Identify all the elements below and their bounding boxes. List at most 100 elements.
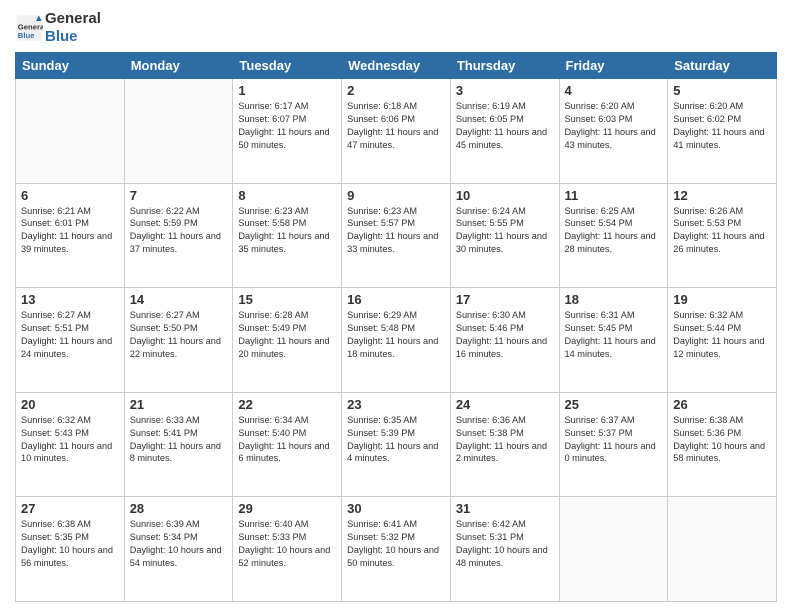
calendar-cell — [668, 497, 777, 602]
svg-text:General: General — [18, 22, 43, 31]
day-info: Sunrise: 6:38 AM Sunset: 5:35 PM Dayligh… — [21, 518, 119, 570]
calendar-cell: 6Sunrise: 6:21 AM Sunset: 6:01 PM Daylig… — [16, 183, 125, 288]
day-number: 3 — [456, 83, 554, 98]
day-info: Sunrise: 6:18 AM Sunset: 6:06 PM Dayligh… — [347, 100, 445, 152]
day-number: 28 — [130, 501, 228, 516]
day-number: 11 — [565, 188, 663, 203]
day-number: 12 — [673, 188, 771, 203]
calendar: SundayMondayTuesdayWednesdayThursdayFrid… — [15, 52, 777, 602]
header: General Blue General Blue — [15, 10, 777, 46]
day-info: Sunrise: 6:29 AM Sunset: 5:48 PM Dayligh… — [347, 309, 445, 361]
day-number: 2 — [347, 83, 445, 98]
day-info: Sunrise: 6:33 AM Sunset: 5:41 PM Dayligh… — [130, 414, 228, 466]
dow-header-saturday: Saturday — [668, 53, 777, 79]
calendar-cell: 17 Sunrise: 6:30 AM Sunset: 5:46 PM Dayli… — [450, 288, 559, 393]
day-number: 30 — [347, 501, 445, 516]
day-number: 15 — [238, 292, 336, 307]
calendar-cell: 7 Sunrise: 6:22 AM Sunset: 5:59 PM Daylig… — [124, 183, 233, 288]
logo: General Blue General Blue — [15, 10, 101, 46]
calendar-cell: 24Sunrise: 6:36 AM Sunset: 5:38 PM Dayli… — [450, 392, 559, 497]
day-info: Sunrise: 6:35 AM Sunset: 5:39 PM Dayligh… — [347, 414, 445, 466]
calendar-cell: 12 Sunrise: 6:26 AM Sunset: 5:53 PM Dayli… — [668, 183, 777, 288]
calendar-cell: 1Sunrise: 6:17 AM Sunset: 6:07 PM Daylig… — [233, 79, 342, 184]
day-number: 10 — [456, 188, 554, 203]
calendar-cell: 20 Sunrise: 6:32 AM Sunset: 5:43 PM Dayli… — [16, 392, 125, 497]
calendar-cell: 9 Sunrise: 6:23 AM Sunset: 5:57 PM Daylig… — [342, 183, 451, 288]
day-info: Sunrise: 6:23 AM Sunset: 5:58 PM Dayligh… — [238, 205, 336, 257]
day-info: Sunrise: 6:23 AM Sunset: 5:57 PM Dayligh… — [347, 205, 445, 257]
calendar-cell: 4 Sunrise: 6:20 AM Sunset: 6:03 PM Daylig… — [559, 79, 668, 184]
day-number: 27 — [21, 501, 119, 516]
day-number: 14 — [130, 292, 228, 307]
day-number: 5 — [673, 83, 771, 98]
day-number: 20 — [21, 397, 119, 412]
calendar-cell: 15 Sunrise: 6:28 AM Sunset: 5:49 PM Dayli… — [233, 288, 342, 393]
day-number: 21 — [130, 397, 228, 412]
calendar-cell: 3 Sunrise: 6:19 AM Sunset: 6:05 PM Daylig… — [450, 79, 559, 184]
calendar-cell: 25 Sunrise: 6:37 AM Sunset: 5:37 PM Dayli… — [559, 392, 668, 497]
day-number: 4 — [565, 83, 663, 98]
day-number: 29 — [238, 501, 336, 516]
day-info: Sunrise: 6:37 AM Sunset: 5:37 PM Dayligh… — [565, 414, 663, 466]
day-number: 23 — [347, 397, 445, 412]
logo-text: General Blue — [45, 10, 101, 46]
day-info: Sunrise: 6:40 AM Sunset: 5:33 PM Dayligh… — [238, 518, 336, 570]
calendar-cell: 16 Sunrise: 6:29 AM Sunset: 5:48 PM Dayli… — [342, 288, 451, 393]
calendar-cell: 30 Sunrise: 6:41 AM Sunset: 5:32 PM Dayli… — [342, 497, 451, 602]
week-row-4: 27 Sunrise: 6:38 AM Sunset: 5:35 PM Dayli… — [16, 497, 777, 602]
day-info: Sunrise: 6:27 AM Sunset: 5:51 PM Dayligh… — [21, 309, 119, 361]
calendar-cell: 8 Sunrise: 6:23 AM Sunset: 5:58 PM Daylig… — [233, 183, 342, 288]
calendar-body: 1Sunrise: 6:17 AM Sunset: 6:07 PM Daylig… — [16, 79, 777, 602]
day-info: Sunrise: 6:20 AM Sunset: 6:03 PM Dayligh… — [565, 100, 663, 152]
calendar-cell: 11 Sunrise: 6:25 AM Sunset: 5:54 PM Dayli… — [559, 183, 668, 288]
day-info: Sunrise: 6:26 AM Sunset: 5:53 PM Dayligh… — [673, 205, 771, 257]
calendar-cell — [559, 497, 668, 602]
day-number: 25 — [565, 397, 663, 412]
calendar-cell: 22Sunrise: 6:34 AM Sunset: 5:40 PM Dayli… — [233, 392, 342, 497]
day-number: 7 — [130, 188, 228, 203]
day-number: 6 — [21, 188, 119, 203]
day-info: Sunrise: 6:27 AM Sunset: 5:50 PM Dayligh… — [130, 309, 228, 361]
calendar-cell: 23 Sunrise: 6:35 AM Sunset: 5:39 PM Dayli… — [342, 392, 451, 497]
day-info: Sunrise: 6:41 AM Sunset: 5:32 PM Dayligh… — [347, 518, 445, 570]
day-info: Sunrise: 6:28 AM Sunset: 5:49 PM Dayligh… — [238, 309, 336, 361]
week-row-2: 13 Sunrise: 6:27 AM Sunset: 5:51 PM Dayli… — [16, 288, 777, 393]
logo-icon: General Blue — [15, 14, 43, 42]
day-number: 9 — [347, 188, 445, 203]
calendar-cell: 27 Sunrise: 6:38 AM Sunset: 5:35 PM Dayli… — [16, 497, 125, 602]
calendar-cell — [16, 79, 125, 184]
day-info: Sunrise: 6:32 AM Sunset: 5:44 PM Dayligh… — [673, 309, 771, 361]
day-info: Sunrise: 6:19 AM Sunset: 6:05 PM Dayligh… — [456, 100, 554, 152]
dow-header-wednesday: Wednesday — [342, 53, 451, 79]
calendar-cell: 29 Sunrise: 6:40 AM Sunset: 5:33 PM Dayli… — [233, 497, 342, 602]
dow-header-tuesday: Tuesday — [233, 53, 342, 79]
calendar-cell: 31Sunrise: 6:42 AM Sunset: 5:31 PM Dayli… — [450, 497, 559, 602]
day-number: 17 — [456, 292, 554, 307]
svg-text:Blue: Blue — [18, 31, 35, 40]
page: General Blue General Blue SundayMondayTu… — [0, 0, 792, 612]
calendar-cell: 14 Sunrise: 6:27 AM Sunset: 5:50 PM Dayli… — [124, 288, 233, 393]
day-number: 19 — [673, 292, 771, 307]
day-number: 16 — [347, 292, 445, 307]
day-info: Sunrise: 6:36 AM Sunset: 5:38 PM Dayligh… — [456, 414, 554, 466]
day-number: 22 — [238, 397, 336, 412]
day-number: 8 — [238, 188, 336, 203]
day-info: Sunrise: 6:30 AM Sunset: 5:46 PM Dayligh… — [456, 309, 554, 361]
day-info: Sunrise: 6:25 AM Sunset: 5:54 PM Dayligh… — [565, 205, 663, 257]
day-info: Sunrise: 6:38 AM Sunset: 5:36 PM Dayligh… — [673, 414, 771, 466]
day-info: Sunrise: 6:20 AM Sunset: 6:02 PM Dayligh… — [673, 100, 771, 152]
calendar-cell: 26Sunrise: 6:38 AM Sunset: 5:36 PM Dayli… — [668, 392, 777, 497]
day-info: Sunrise: 6:39 AM Sunset: 5:34 PM Dayligh… — [130, 518, 228, 570]
dow-header-friday: Friday — [559, 53, 668, 79]
day-number: 13 — [21, 292, 119, 307]
dow-header-sunday: Sunday — [16, 53, 125, 79]
day-number: 1 — [238, 83, 336, 98]
calendar-cell: 18Sunrise: 6:31 AM Sunset: 5:45 PM Dayli… — [559, 288, 668, 393]
calendar-cell: 28 Sunrise: 6:39 AM Sunset: 5:34 PM Dayli… — [124, 497, 233, 602]
calendar-cell: 5 Sunrise: 6:20 AM Sunset: 6:02 PM Daylig… — [668, 79, 777, 184]
day-info: Sunrise: 6:32 AM Sunset: 5:43 PM Dayligh… — [21, 414, 119, 466]
day-info: Sunrise: 6:22 AM Sunset: 5:59 PM Dayligh… — [130, 205, 228, 257]
day-info: Sunrise: 6:42 AM Sunset: 5:31 PM Dayligh… — [456, 518, 554, 570]
day-number: 18 — [565, 292, 663, 307]
week-row-1: 6Sunrise: 6:21 AM Sunset: 6:01 PM Daylig… — [16, 183, 777, 288]
